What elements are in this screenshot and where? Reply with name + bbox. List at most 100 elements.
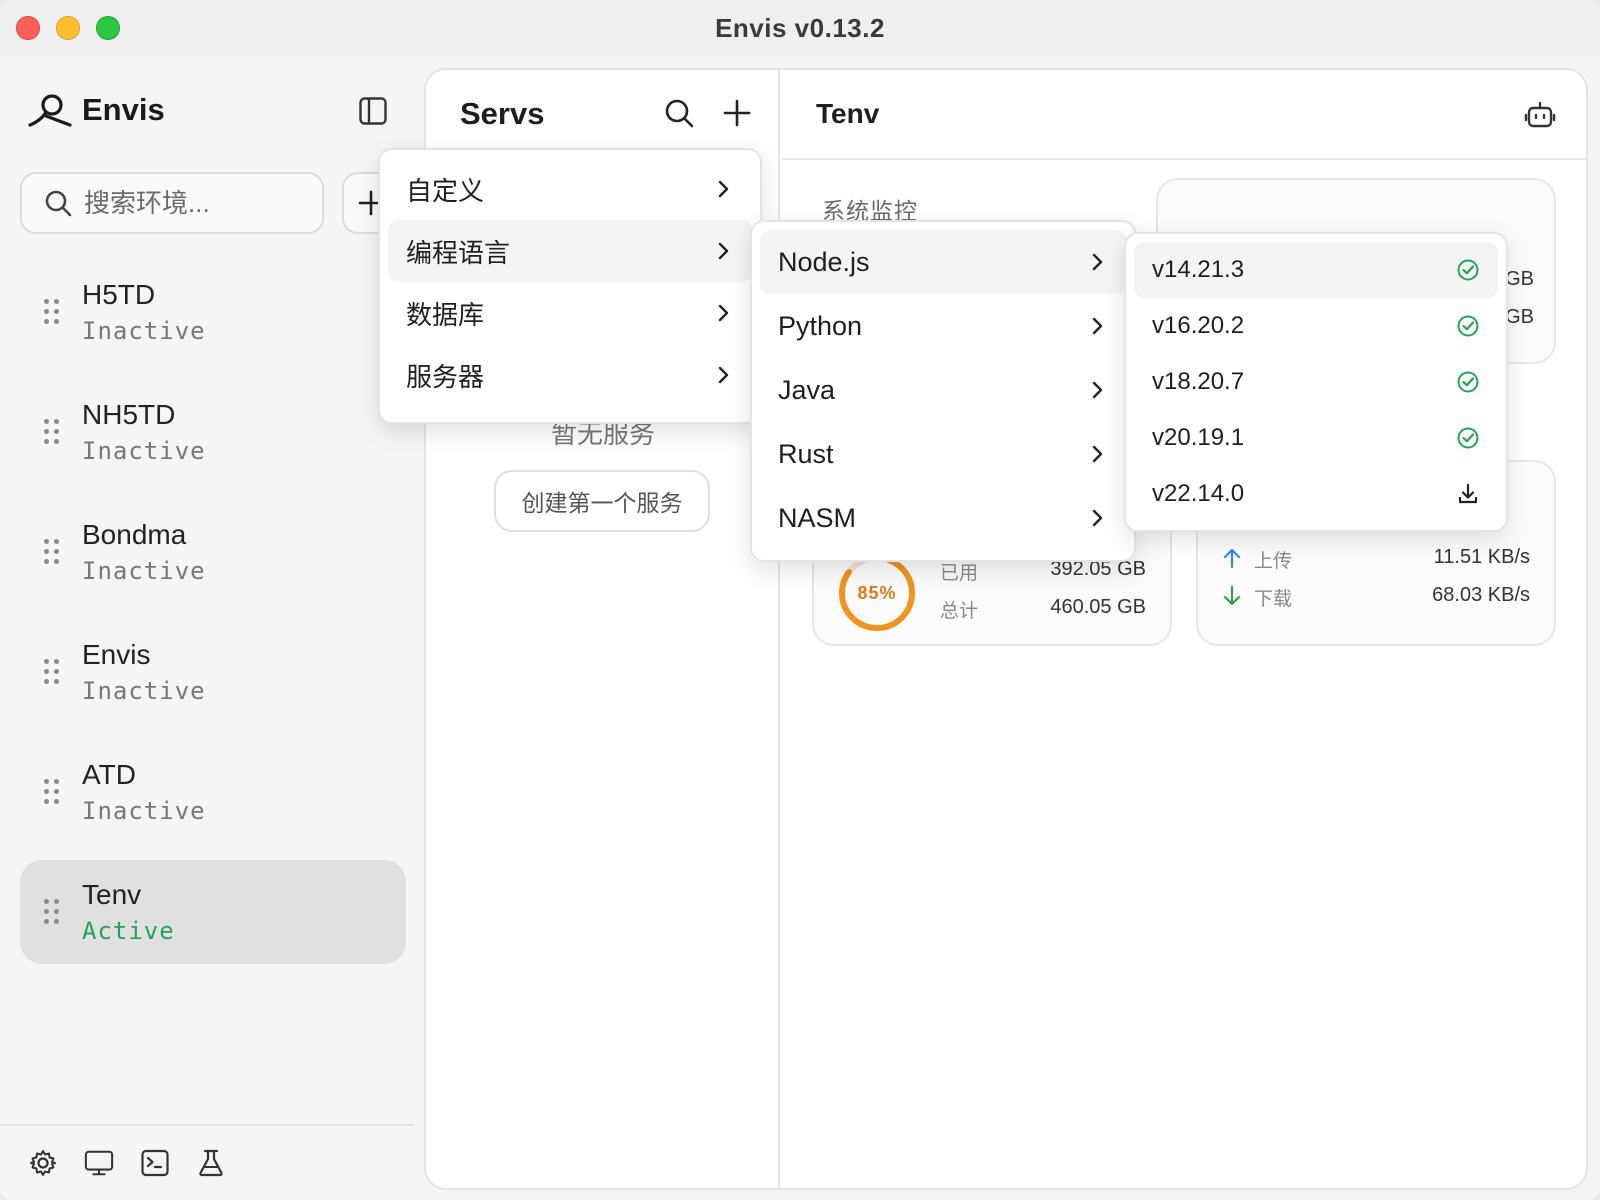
menu-item-label: 服务器 [406, 361, 485, 392]
chevron-right-icon [1092, 253, 1103, 271]
env-item-nh5td[interactable]: NH5TD Inactive [20, 380, 406, 484]
menu-item-python[interactable]: Python [760, 294, 1126, 358]
monitor-icon [84, 1150, 114, 1176]
drag-handle-icon[interactable] [44, 779, 59, 805]
version-item-v22[interactable]: v22.14.0 [1134, 466, 1498, 522]
env-name: ATD [82, 759, 136, 790]
sidebar-toggle-button[interactable] [358, 96, 388, 126]
env-search-box[interactable] [20, 172, 324, 234]
env-name: NH5TD [82, 399, 176, 430]
settings-button[interactable] [28, 1148, 58, 1178]
menu-item-label: 自定义 [406, 175, 485, 206]
chevron-right-icon [1092, 509, 1103, 527]
drag-handle-icon[interactable] [44, 419, 59, 445]
drag-handle-icon[interactable] [44, 899, 59, 925]
check-circle-icon [1457, 315, 1479, 337]
env-item-h5td[interactable]: H5TD Inactive [20, 260, 406, 364]
close-window-button[interactable] [16, 16, 40, 40]
memory-used-unit: GB [1505, 268, 1534, 290]
version-item-v16[interactable]: v16.20.2 [1134, 298, 1498, 354]
check-circle-icon [1457, 427, 1479, 449]
version-item-v20[interactable]: v20.19.1 [1134, 410, 1498, 466]
menu-item-database[interactable]: 数据库 [388, 282, 752, 344]
version-item-v18[interactable]: v18.20.7 [1134, 354, 1498, 410]
menu-item-label: Java [778, 374, 836, 405]
env-item-atd[interactable]: ATD Inactive [20, 740, 406, 844]
maximize-window-button[interactable] [96, 16, 120, 40]
memory-total-unit: GB [1505, 306, 1534, 328]
env-status: Inactive [82, 677, 206, 705]
upload-label: 上传 [1254, 551, 1293, 572]
version-label: v20.19.1 [1152, 424, 1245, 451]
servs-title: Servs [460, 96, 545, 131]
gear-icon [30, 1150, 56, 1176]
env-name: Envis [82, 639, 151, 670]
upload-value: 11.51 KB/s [1433, 546, 1530, 568]
download-label: 下载 [1254, 589, 1293, 610]
env-detail-title: Tenv [816, 98, 880, 129]
lab-button[interactable] [196, 1148, 226, 1178]
env-status: Inactive [82, 317, 206, 345]
drag-handle-icon[interactable] [44, 539, 59, 565]
env-status: Inactive [82, 797, 206, 825]
assistant-button[interactable] [1524, 100, 1556, 132]
check-circle-icon [1457, 371, 1479, 393]
servs-search-button[interactable] [664, 98, 694, 128]
disk-usage-percent: 85% [857, 582, 897, 603]
terminal-button[interactable] [140, 1148, 170, 1178]
disk-total-label: 总计 [940, 601, 979, 622]
servs-add-button[interactable] [722, 98, 752, 128]
search-icon [45, 190, 72, 217]
env-item-tenv[interactable]: Tenv Active [20, 860, 406, 964]
menu-item-label: Python [778, 310, 863, 341]
disk-used-label: 已用 [940, 563, 979, 584]
env-search-input[interactable] [84, 187, 304, 219]
menu-item-custom[interactable]: 自定义 [388, 158, 752, 220]
menu-item-label: 编程语言 [406, 237, 511, 268]
menu-item-programming-language[interactable]: 编程语言 [388, 220, 752, 282]
chevron-right-icon [1092, 445, 1103, 463]
drag-handle-icon[interactable] [44, 299, 59, 325]
disk-total-value: 460.05 GB [1050, 596, 1146, 618]
create-first-service-button[interactable]: 创建第一个服务 [494, 470, 710, 532]
menu-item-nasm[interactable]: NASM [760, 486, 1126, 550]
menu-item-nodejs[interactable]: Node.js [760, 230, 1126, 294]
minimize-window-button[interactable] [56, 16, 80, 40]
menu-item-label: NASM [778, 502, 857, 533]
env-name: H5TD [82, 279, 156, 310]
menu-item-label: 数据库 [406, 299, 485, 330]
menu-item-server[interactable]: 服务器 [388, 344, 752, 406]
chevron-right-icon [1092, 317, 1103, 335]
terminal-icon [141, 1149, 169, 1177]
drag-handle-icon[interactable] [44, 659, 59, 685]
env-item-bondma[interactable]: Bondma Inactive [20, 500, 406, 604]
menu-item-rust[interactable]: Rust [760, 422, 1126, 486]
env-status: Inactive [82, 557, 206, 585]
search-icon [665, 99, 694, 128]
brand: Envis [28, 92, 165, 128]
window-title: Envis v0.13.2 [715, 12, 885, 43]
download-icon[interactable] [1456, 482, 1480, 506]
plus-icon [723, 99, 751, 127]
download-value: 68.03 KB/s [1432, 584, 1530, 606]
chevron-right-icon [718, 242, 729, 260]
version-label: v22.14.0 [1152, 480, 1245, 507]
title-bar: Envis v0.13.2 [0, 0, 1600, 56]
menu-item-label: Rust [778, 438, 834, 469]
version-submenu: v14.21.3 v16.20.2 v18.20.7 v20.19.1 v22.… [1124, 232, 1508, 532]
monitor-button[interactable] [84, 1148, 114, 1178]
check-circle-icon [1457, 259, 1479, 281]
sidebar-footer [0, 1124, 414, 1200]
flask-icon [199, 1149, 223, 1177]
env-list: H5TD Inactive NH5TD Inactive Bondma Inac… [20, 260, 406, 980]
chevron-right-icon [1092, 381, 1103, 399]
version-label: v18.20.7 [1152, 368, 1245, 395]
brand-name: Envis [82, 92, 165, 127]
add-service-menu: 自定义 编程语言 数据库 服务器 [378, 148, 762, 424]
menu-item-java[interactable]: Java [760, 358, 1126, 422]
sidebar-panel-icon [359, 97, 387, 125]
chevron-right-icon [718, 304, 729, 322]
env-status-active: Active [82, 917, 175, 945]
version-item-v14[interactable]: v14.21.3 [1134, 242, 1498, 298]
env-item-envis[interactable]: Envis Inactive [20, 620, 406, 724]
